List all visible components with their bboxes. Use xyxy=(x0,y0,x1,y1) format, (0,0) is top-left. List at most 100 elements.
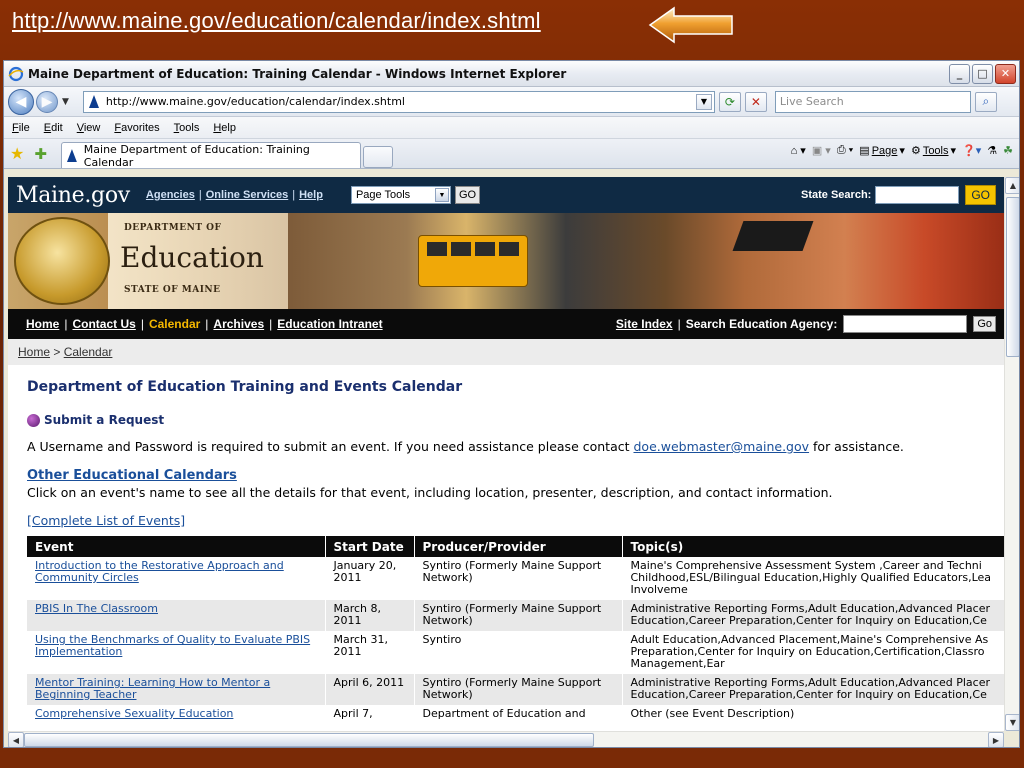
breadcrumb: Home > Calendar xyxy=(8,339,1004,365)
event-provider: Syntiro (Formerly Maine Support Network) xyxy=(414,674,623,705)
event-link[interactable]: Comprehensive Sexuality Education xyxy=(35,707,233,720)
help-icon[interactable]: ❓▾ xyxy=(962,144,981,157)
page-tools-select[interactable]: Page Tools ▼ xyxy=(350,186,451,204)
address-dropdown-icon[interactable]: ▼ xyxy=(695,93,712,110)
refresh-icon[interactable]: ⟳ xyxy=(718,91,741,112)
state-seal-icon xyxy=(14,217,110,305)
forward-button[interactable]: ▶ xyxy=(36,90,58,113)
scroll-down-icon[interactable]: ▼ xyxy=(1005,714,1019,731)
address-url: http://www.maine.gov/education/calendar/… xyxy=(105,95,405,108)
banner-dept-of: DEPARTMENT OF xyxy=(124,223,222,233)
nav-home[interactable]: Home xyxy=(26,317,59,331)
breadcrumb-calendar[interactable]: Calendar xyxy=(64,345,113,359)
live-search-input[interactable]: Live Search xyxy=(774,90,971,113)
research-icon[interactable]: ⚗ xyxy=(987,144,997,157)
page-tools-go-button[interactable]: GO xyxy=(454,186,481,204)
search-agency-go-button[interactable]: Go xyxy=(973,316,996,332)
complete-list-link[interactable]: [Complete List of Events] xyxy=(27,513,185,528)
search-agency-label: Search Education Agency: xyxy=(685,317,838,331)
new-tab-button[interactable] xyxy=(362,146,393,168)
maine-favicon-icon xyxy=(88,94,99,108)
table-row: Using the Benchmarks of Quality to Evalu… xyxy=(27,631,1004,674)
browser-window: Maine Department of Education: Training … xyxy=(3,60,1020,748)
site-index-link[interactable]: Site Index xyxy=(616,317,673,331)
minimize-button[interactable]: _ xyxy=(949,63,970,84)
event-link[interactable]: PBIS In The Classroom xyxy=(35,602,158,615)
menu-edit[interactable]: Edit xyxy=(44,122,63,134)
event-provider: Syntiro (Formerly Maine Support Network) xyxy=(414,557,623,600)
event-link[interactable]: Introduction to the Restorative Approach… xyxy=(35,559,284,584)
address-field[interactable]: http://www.maine.gov/education/calendar/… xyxy=(82,90,715,113)
header-topics[interactable]: Topic(s) xyxy=(622,536,1004,557)
messenger-icon[interactable]: ☘ xyxy=(1003,144,1013,157)
title-bar: Maine Department of Education: Training … xyxy=(4,61,1019,87)
event-topics: Administrative Reporting Forms,Adult Edu… xyxy=(622,674,1004,705)
page-menu[interactable]: ▤ Page ▾ xyxy=(859,144,905,158)
menu-view[interactable]: View xyxy=(77,122,101,134)
header-links: Agencies | Online Services | Help xyxy=(145,189,323,201)
banner-education: Education xyxy=(120,241,264,274)
close-button[interactable]: ✕ xyxy=(995,63,1016,84)
history-dropdown-icon[interactable]: ▼ xyxy=(62,97,69,107)
event-topics: Maine's Comprehensive Assessment System … xyxy=(622,557,1004,600)
state-search: State Search: GO xyxy=(801,185,996,205)
menu-tools[interactable]: Tools xyxy=(174,122,200,134)
favorites-star-icon[interactable]: ★ xyxy=(10,144,24,163)
tools-menu[interactable]: ⚙ Tools ▾ xyxy=(911,144,956,158)
back-button[interactable]: ◀ xyxy=(8,88,34,115)
table-row: Mentor Training: Learning How to Mentor … xyxy=(27,674,1004,705)
table-header-row: Event Start Date Producer/Provider Topic… xyxy=(27,536,1004,557)
horizontal-scrollbar[interactable]: ◀ ▶ xyxy=(8,731,1004,747)
address-toolbar: ◀ ▶ ▼ http://www.maine.gov/education/cal… xyxy=(4,87,1019,117)
site-header: Maine.gov Agencies | Online Services | Help … xyxy=(8,177,1004,213)
feeds-icon[interactable]: ▣ ▾ xyxy=(812,144,831,157)
menu-bar: File Edit View Favorites Tools Help xyxy=(4,117,1019,139)
menu-file[interactable]: File xyxy=(12,122,30,134)
event-link[interactable]: Mentor Training: Learning How to Mentor … xyxy=(35,676,270,701)
event-link[interactable]: Using the Benchmarks of Quality to Evalu… xyxy=(35,633,310,658)
maine-gov-logo[interactable]: Maine.gov xyxy=(16,183,130,208)
state-search-input[interactable] xyxy=(875,186,960,204)
graduation-cap-image xyxy=(732,221,814,251)
stop-icon[interactable]: ✕ xyxy=(744,91,767,112)
scroll-left-icon[interactable]: ◀ xyxy=(8,732,24,747)
scroll-right-icon[interactable]: ▶ xyxy=(988,732,1004,747)
education-banner: DEPARTMENT OF Education STATE OF MAINE xyxy=(8,213,1004,309)
link-help[interactable]: Help xyxy=(299,189,323,201)
webmaster-email-link[interactable]: doe.webmaster@maine.gov xyxy=(633,439,809,454)
link-online-services[interactable]: Online Services xyxy=(206,189,289,201)
breadcrumb-home[interactable]: Home xyxy=(18,345,50,359)
nav-education-intranet[interactable]: Education Intranet xyxy=(277,317,382,331)
vertical-scrollbar[interactable]: ▲ ▼ xyxy=(1004,177,1019,731)
horizontal-scroll-thumb[interactable] xyxy=(24,733,594,747)
print-icon[interactable]: ⎙ ▾ xyxy=(837,144,853,157)
header-provider[interactable]: Producer/Provider xyxy=(414,536,623,557)
state-search-go-button[interactable]: GO xyxy=(965,185,996,205)
search-icon[interactable]: ⌕ xyxy=(974,91,997,112)
table-row: Introduction to the Restorative Approach… xyxy=(27,557,1004,600)
nav-calendar[interactable]: Calendar xyxy=(149,317,200,331)
add-favorite-icon[interactable]: ✚ xyxy=(34,145,47,163)
header-event[interactable]: Event xyxy=(27,536,326,557)
nav-archives[interactable]: Archives xyxy=(213,317,264,331)
maximize-button[interactable]: □ xyxy=(972,63,993,84)
vertical-scroll-thumb[interactable] xyxy=(1006,197,1019,357)
search-agency-input[interactable] xyxy=(843,315,968,333)
menu-help[interactable]: Help xyxy=(213,122,236,134)
event-date: April 6, 2011 xyxy=(325,674,415,705)
nav-contact-us[interactable]: Contact Us xyxy=(72,317,135,331)
slide-url-link[interactable]: http://www.maine.gov/education/calendar/… xyxy=(12,8,541,34)
scroll-up-icon[interactable]: ▲ xyxy=(1005,177,1019,194)
window-title: Maine Department of Education: Training … xyxy=(28,66,567,81)
tab-training-calendar[interactable]: Maine Department of Education: Training … xyxy=(60,142,361,169)
home-icon[interactable]: ⌂ ▾ xyxy=(791,144,806,157)
back-arrow-icon xyxy=(648,6,733,44)
header-start-date[interactable]: Start Date xyxy=(325,536,415,557)
page-viewport: Maine.gov Agencies | Online Services | Help … xyxy=(8,177,1004,731)
submit-request-link[interactable]: Submit a Request xyxy=(27,413,1004,427)
other-calendars-link[interactable]: Other Educational Calendars xyxy=(27,468,1004,483)
command-bar: ⌂ ▾ ▣ ▾ ⎙ ▾ ▤ Page ▾ ⚙ Tools ▾ ❓▾ ⚗ ☘ xyxy=(791,144,1013,157)
event-date: January 20, 2011 xyxy=(325,557,415,600)
link-agencies[interactable]: Agencies xyxy=(146,189,195,201)
menu-favorites[interactable]: Favorites xyxy=(114,122,159,134)
